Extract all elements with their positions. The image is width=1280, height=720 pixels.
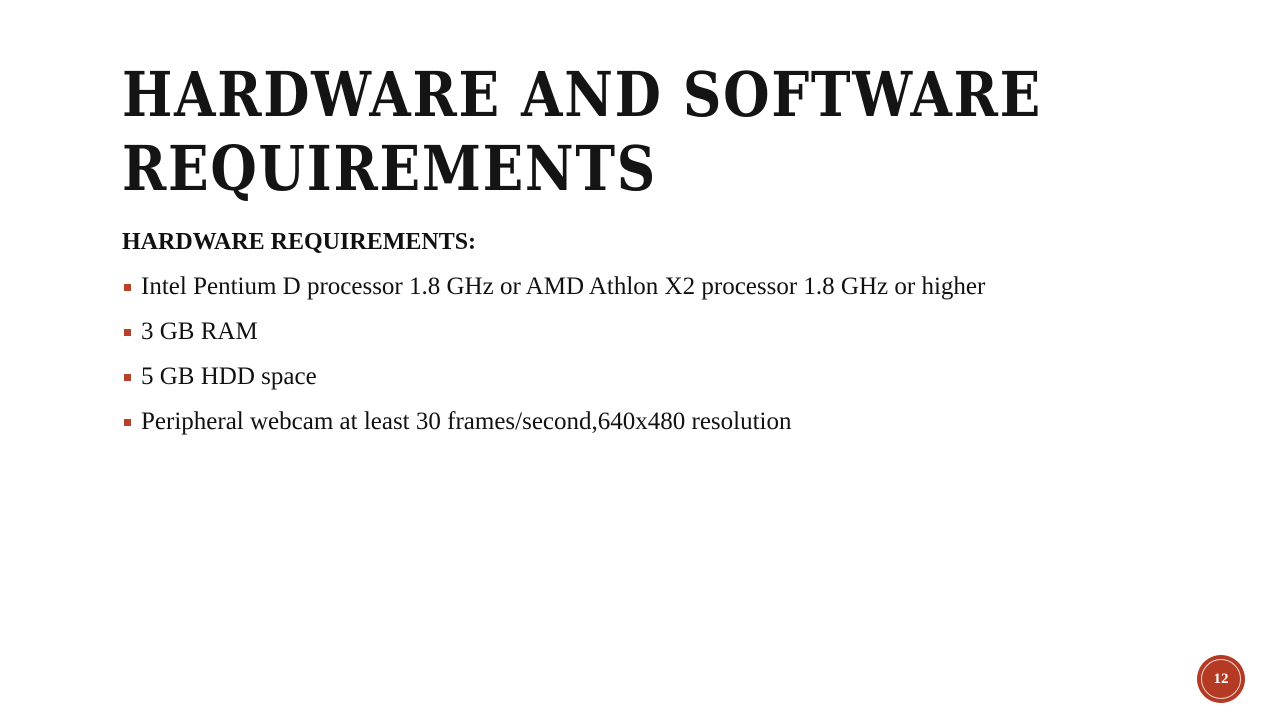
bullet-item: Peripheral webcam at least 30 frames/sec… [122,406,1182,438]
bullet-list: Intel Pentium D processor 1.8 GHz or AMD… [122,271,1182,438]
page-number: 12 [1213,671,1229,687]
bullet-item: 3 GB RAM [122,316,1182,348]
bullet-text: Peripheral webcam at least 30 frames/sec… [141,408,792,435]
slide-body: HARDWARE REQUIREMENTS: Intel Pentium D p… [122,226,1182,451]
square-bullet-icon [124,329,131,336]
bullet-text: Intel Pentium D processor 1.8 GHz or AMD… [141,273,986,300]
bullet-text: 5 GB HDD space [141,363,317,390]
bullet-text: 3 GB RAM [141,318,258,345]
slide: Hardware and Software Requirements HARDW… [0,0,1280,720]
bullet-item: 5 GB HDD space [122,361,1182,393]
slide-title: Hardware and Software Requirements [122,58,1042,206]
page-number-badge: 12 [1197,655,1245,703]
square-bullet-icon [124,374,131,381]
square-bullet-icon [124,419,131,426]
slide-title-line-2: Requirements [122,132,658,205]
square-bullet-icon [124,284,131,291]
slide-title-line-1: Hardware and Software [122,58,1042,131]
bullet-item: Intel Pentium D processor 1.8 GHz or AMD… [122,271,1182,303]
section-subheading: HARDWARE REQUIREMENTS: [122,229,477,255]
